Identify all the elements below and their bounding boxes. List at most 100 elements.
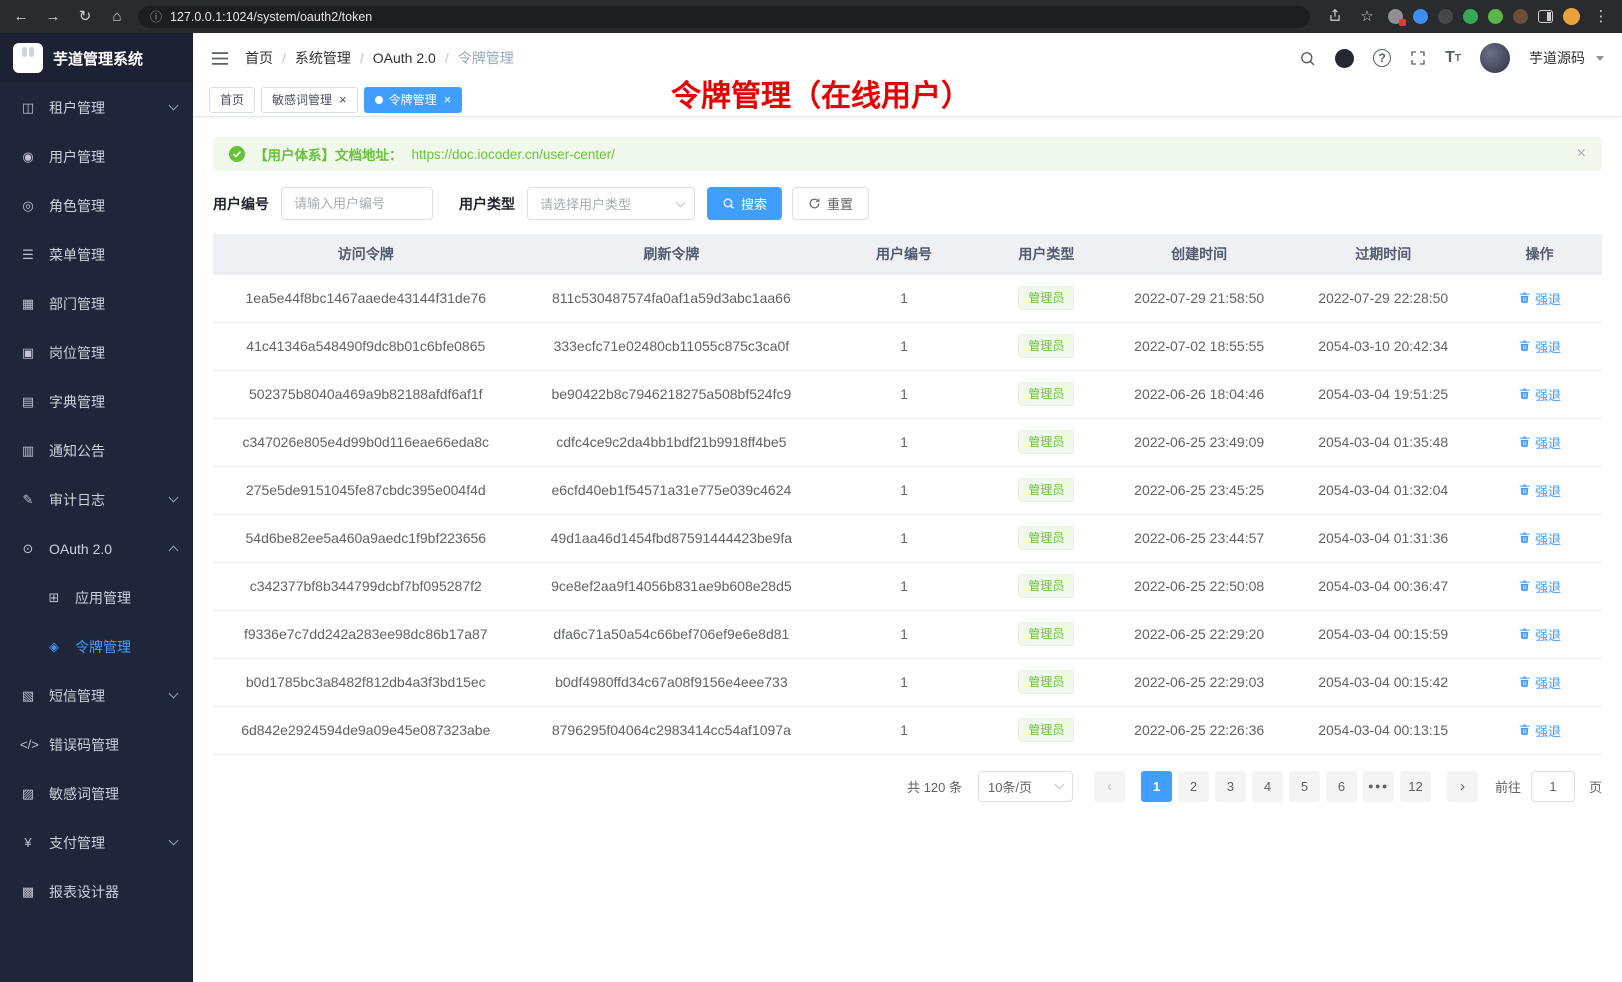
- sidebar-item-dict[interactable]: ▤字典管理: [0, 377, 193, 426]
- force-logout-button[interactable]: 强退: [1518, 481, 1561, 500]
- page-size-select[interactable]: 10条/页: [978, 771, 1073, 802]
- user-id-input[interactable]: [281, 187, 433, 220]
- font-size-icon[interactable]: TT: [1445, 49, 1461, 67]
- access-token-cell: c342377bf8b344799dcbf7bf095287f2: [213, 562, 519, 610]
- sidebar-item-menu[interactable]: ☰菜单管理: [0, 230, 193, 279]
- force-logout-button[interactable]: 强退: [1518, 289, 1561, 308]
- user-type-cell: 管理员: [984, 466, 1109, 514]
- access-token-cell: c347026e805e4d99b0d116eae66eda8c: [213, 418, 519, 466]
- search-icon[interactable]: [1299, 50, 1316, 67]
- doc-link[interactable]: https://doc.iocoder.cn/user-center/: [412, 147, 615, 162]
- more-menu-icon[interactable]: ⋮: [1590, 9, 1612, 24]
- next-page-button[interactable]: ›: [1447, 771, 1478, 802]
- sidebar-item-sms[interactable]: ▧短信管理: [0, 671, 193, 720]
- fullscreen-icon[interactable]: [1410, 50, 1426, 66]
- main-area: 首页/系统管理/OAuth 2.0/令牌管理 令牌管理（在线用户） ? TT 芋…: [193, 33, 1622, 982]
- sidebar-item-sensitive-word[interactable]: ▨敏感词管理: [0, 769, 193, 818]
- sidebar-item-app-manage[interactable]: ⊞应用管理: [0, 573, 193, 622]
- sidebar-item-tenant[interactable]: ◫ 租户管理: [0, 83, 193, 132]
- user-avatar[interactable]: [1480, 43, 1510, 73]
- sidebar-item-label: 租户管理: [49, 98, 157, 118]
- action-cell: 强退: [1477, 370, 1602, 418]
- chevron-down-icon: [169, 836, 179, 846]
- extension-icon[interactable]: [1463, 9, 1478, 24]
- user-type-label: 用户类型: [459, 194, 515, 214]
- breadcrumb-item-system[interactable]: 系统管理: [295, 48, 351, 68]
- address-bar[interactable]: ⓘ 127.0.0.1:1024/system/oauth2/token: [138, 6, 1310, 28]
- alert-close-icon[interactable]: ×: [1577, 145, 1586, 163]
- home-button[interactable]: ⌂: [106, 9, 128, 24]
- forward-button[interactable]: →: [42, 9, 64, 24]
- sidebar-item-post[interactable]: ▣岗位管理: [0, 328, 193, 377]
- bookmark-star-icon[interactable]: ☆: [1356, 9, 1378, 24]
- sidebar-item-user[interactable]: ◉用户管理: [0, 132, 193, 181]
- back-button[interactable]: ←: [10, 9, 32, 24]
- site-info-icon[interactable]: ⓘ: [150, 8, 162, 25]
- force-logout-button[interactable]: 强退: [1518, 433, 1561, 452]
- tab-token-manage[interactable]: 令牌管理×: [364, 87, 463, 113]
- tab-sensitive-word[interactable]: 敏感词管理×: [261, 87, 358, 113]
- page-ellipsis[interactable]: ●●●: [1363, 771, 1394, 802]
- page-button-1[interactable]: 1: [1141, 771, 1172, 802]
- close-icon[interactable]: ×: [339, 93, 347, 106]
- goto-page-input[interactable]: [1531, 771, 1575, 802]
- extension-icon[interactable]: [1388, 9, 1403, 24]
- page-button-5[interactable]: 5: [1289, 771, 1320, 802]
- force-logout-button[interactable]: 强退: [1518, 337, 1561, 356]
- force-logout-button[interactable]: 强退: [1518, 625, 1561, 644]
- sidebar-item-report-designer[interactable]: ▩报表设计器: [0, 867, 193, 916]
- force-logout-button[interactable]: 强退: [1518, 577, 1561, 596]
- close-icon[interactable]: ×: [444, 93, 452, 106]
- page-button-3[interactable]: 3: [1215, 771, 1246, 802]
- force-logout-button[interactable]: 强退: [1518, 529, 1561, 548]
- profile-avatar[interactable]: [1563, 8, 1580, 25]
- sidebar-item-label: 菜单管理: [49, 245, 177, 265]
- table-row: 502375b8040a469a9b82188afdf6af1fbe90422b…: [213, 370, 1602, 418]
- search-button[interactable]: 搜索: [707, 187, 782, 220]
- github-icon[interactable]: [1335, 49, 1354, 68]
- tab-home[interactable]: 首页: [209, 87, 255, 113]
- page-button-4[interactable]: 4: [1252, 771, 1283, 802]
- page-button-12[interactable]: 12: [1400, 771, 1431, 802]
- page-button-6[interactable]: 6: [1326, 771, 1357, 802]
- extension-icon[interactable]: [1438, 9, 1453, 24]
- page-button-2[interactable]: 2: [1178, 771, 1209, 802]
- reset-button-label: 重置: [827, 194, 853, 213]
- user-type-select[interactable]: 请选择用户类型: [527, 187, 695, 220]
- app-logo-area[interactable]: 芋道管理系统: [0, 33, 193, 83]
- extension-icon[interactable]: [1513, 9, 1528, 24]
- prev-page-button[interactable]: ‹: [1094, 771, 1125, 802]
- sidebar-item-audit-log[interactable]: ✎审计日志: [0, 475, 193, 524]
- reload-button[interactable]: ↻: [74, 9, 96, 24]
- sidebar-item-error-code[interactable]: </>错误码管理: [0, 720, 193, 769]
- force-logout-button[interactable]: 强退: [1518, 385, 1561, 404]
- access-token-cell: 6d842e2924594de9a09e45e087323abe: [213, 706, 519, 754]
- help-icon[interactable]: ?: [1373, 49, 1391, 67]
- column-header: 刷新令牌: [519, 234, 825, 274]
- sidebar-item-oauth2[interactable]: ⊙OAuth 2.0: [0, 524, 193, 573]
- column-header: 访问令牌: [213, 234, 519, 274]
- extension-icon[interactable]: [1413, 9, 1428, 24]
- user-type-cell: 管理员: [984, 562, 1109, 610]
- sidebar-item-token-manage[interactable]: ◈令牌管理: [0, 622, 193, 671]
- sidebar-item-role[interactable]: ◎角色管理: [0, 181, 193, 230]
- sidebar-item-department[interactable]: ▦部门管理: [0, 279, 193, 328]
- username[interactable]: 芋道源码: [1529, 48, 1585, 68]
- extensions-puzzle-icon[interactable]: [1488, 9, 1503, 24]
- force-logout-button[interactable]: 强退: [1518, 721, 1561, 740]
- share-icon[interactable]: [1324, 8, 1346, 25]
- sidebar-item-payment[interactable]: ¥支付管理: [0, 818, 193, 867]
- user-id-cell: 1: [824, 562, 984, 610]
- announcement-icon: ▥: [20, 443, 36, 459]
- sidebar-toggle-icon[interactable]: [1538, 10, 1553, 23]
- chevron-down-icon: [169, 493, 179, 503]
- breadcrumb-item-home[interactable]: 首页: [245, 48, 273, 68]
- sidebar-collapse-icon[interactable]: [211, 51, 229, 66]
- breadcrumb-item-oauth2[interactable]: OAuth 2.0: [373, 50, 436, 66]
- action-cell: 强退: [1477, 562, 1602, 610]
- expires-at-cell: 2054-03-04 01:35:48: [1289, 418, 1477, 466]
- force-logout-button[interactable]: 强退: [1518, 673, 1561, 692]
- reset-button[interactable]: 重置: [792, 187, 869, 220]
- tenant-users-icon: ◫: [20, 100, 36, 116]
- sidebar-item-notice[interactable]: ▥通知公告: [0, 426, 193, 475]
